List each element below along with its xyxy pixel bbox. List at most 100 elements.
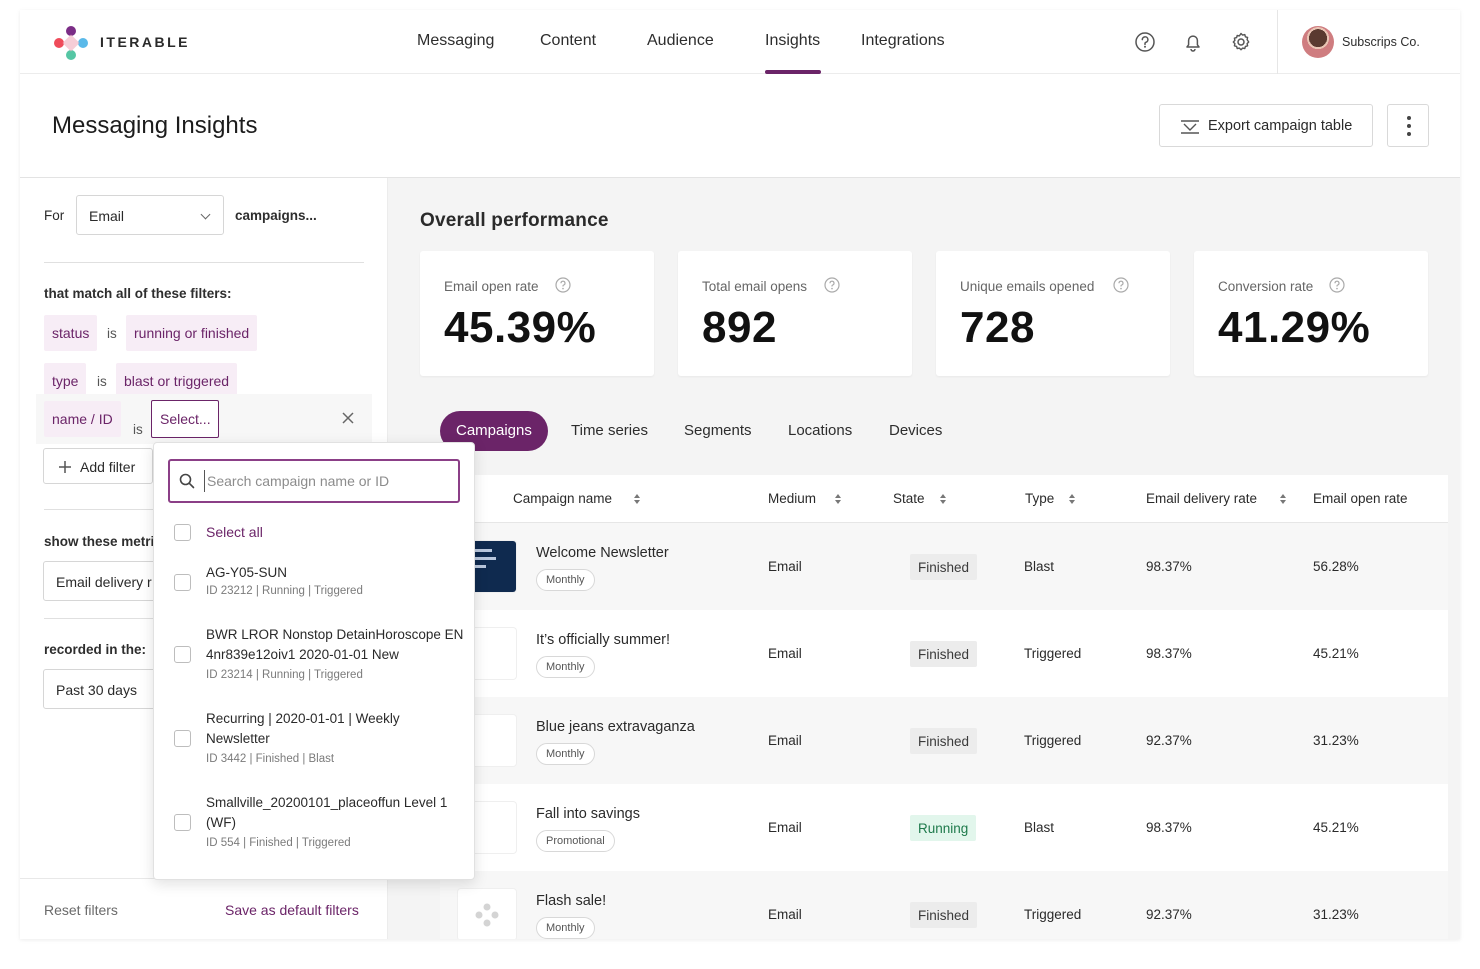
select-all-checkbox[interactable] [174,524,191,541]
company-name[interactable]: Subscrips Co. [1342,35,1420,49]
sort-icon [835,494,841,504]
type-cell: Blast [1024,559,1055,574]
logo-text: ITERABLE [100,34,190,50]
campaign-thumbnail [458,889,516,939]
help-icon[interactable] [1329,277,1345,293]
campaign-option[interactable]: BWR LROR Nonstop DetainHoroscope EN 4nr8… [154,625,474,687]
filter-field-status[interactable]: status [44,315,98,351]
placeholder-logo-icon [475,903,499,927]
delivery-rate-cell: 98.37% [1146,820,1192,835]
campaign-tag: Monthly [536,569,595,591]
help-icon[interactable] [555,277,571,293]
add-filter-button[interactable]: Add filter [43,448,153,484]
option-name: Recurring | 2020-01-01 | Weekly Newslett… [206,711,400,746]
option-meta: ID 3442 | Finished | Blast [206,753,335,765]
medium-cell: Email [768,733,802,748]
nav-integrations[interactable]: Integrations [861,32,945,50]
reset-filters-link[interactable]: Reset filters [44,902,118,918]
tab-segments[interactable]: Segments [684,411,752,451]
bell-icon[interactable] [1182,31,1204,53]
option-checkbox[interactable] [174,574,191,591]
campaign-option[interactable]: Smallville_20200101_placeoffun Level 1 (… [154,793,474,855]
column-header-type[interactable]: Type [1025,491,1075,506]
for-label: For [44,208,65,223]
open-rate-cell: 31.23% [1313,907,1359,922]
campaign-search-input[interactable] [204,470,449,492]
column-header-state[interactable]: State [893,491,946,506]
campaign-name[interactable]: Flash sale! [536,893,606,909]
section-title: Overall performance [420,210,609,231]
help-icon[interactable] [824,277,840,293]
nav-messaging[interactable]: Messaging [417,32,494,50]
open-rate-cell: 56.28% [1313,559,1359,574]
table-row[interactable]: Flash sale! Monthly Email Finished Trigg… [440,871,1448,939]
option-name: BWR LROR Nonstop DetainHoroscope EN 4nr8… [206,627,464,662]
campaign-name[interactable]: Blue jeans extravaganza [536,719,695,735]
campaign-select-dropdown: Select all AG-Y05-SUN ID 23212 | Running… [153,442,475,880]
medium-select-value: Email [89,208,125,224]
plus-icon [59,461,71,473]
tab-time-series[interactable]: Time series [571,411,648,451]
table-row[interactable]: Blue jeans extravaganza Monthly Email Fi… [440,697,1448,784]
column-label: Medium [768,491,817,506]
filter-operator: is [107,326,117,341]
table-row[interactable]: It’s officially summer! Monthly Email Fi… [440,610,1448,697]
option-checkbox[interactable] [174,646,191,663]
column-header-open-rate[interactable]: Email open rate [1313,491,1408,506]
save-default-filters-link[interactable]: Save as default filters [225,902,359,918]
tab-devices[interactable]: Devices [889,411,942,451]
campaign-option[interactable]: AG-Y05-SUN ID 23212 | Running | Triggere… [154,563,474,603]
status-badge: Running [910,815,977,841]
column-header-delivery-rate[interactable]: Email delivery rate [1146,491,1286,506]
nav-content[interactable]: Content [540,32,596,50]
sort-icon [1280,494,1286,504]
close-icon[interactable] [340,410,356,426]
metric-label: Total email opens [702,279,808,294]
iterable-logo[interactable] [52,24,90,62]
option-checkbox[interactable] [174,814,191,831]
nav-audience[interactable]: Audience [647,32,714,50]
campaigns-table: Campaign name Medium State Type Email de… [440,475,1448,939]
gear-icon[interactable] [1230,31,1252,53]
column-header-campaign-name[interactable]: Campaign name [513,491,640,506]
campaign-option[interactable]: Recurring | 2020-01-01 | Weekly Newslett… [154,709,474,771]
name-id-select[interactable]: Select... [151,400,219,438]
filter-panel-footer: Reset filters Save as default filters [20,878,388,939]
export-campaign-table-button[interactable]: Export campaign table [1159,104,1373,147]
medium-cell: Email [768,820,802,835]
filter-operator: is [133,422,143,437]
type-cell: Triggered [1024,646,1082,661]
option-name: Smallville_20200101_placeoffun Level 1 (… [206,795,448,830]
filter-value-status[interactable]: running or finished [126,315,258,351]
delivery-rate-cell: 98.37% [1146,559,1192,574]
campaign-name[interactable]: It’s officially summer! [536,632,670,648]
table-row[interactable]: Welcome Newsletter Monthly Email Finishe… [440,523,1448,610]
sort-icon [634,494,640,504]
open-rate-cell: 45.21% [1313,646,1359,661]
metric-card-conversion-rate: Conversion rate 41.29% [1194,251,1428,376]
select-all-label[interactable]: Select all [206,524,263,540]
add-filter-label: Add filter [80,459,136,475]
help-icon[interactable] [1134,31,1156,53]
campaign-search-field[interactable] [168,459,460,503]
filter-field-name-id[interactable]: name / ID [44,401,121,437]
delivery-rate-cell: 98.37% [1146,646,1192,661]
match-filters-label: that match all of these filters: [44,286,232,301]
table-row[interactable]: Fall into savings Promotional Email Runn… [440,784,1448,871]
column-label: Type [1025,491,1055,506]
option-checkbox[interactable] [174,730,191,747]
metric-value: 892 [702,303,777,352]
medium-select[interactable]: Email [76,195,224,235]
nav-insights[interactable]: Insights [765,32,820,50]
help-icon[interactable] [1113,277,1129,293]
campaigns-suffix: campaigns... [235,208,317,223]
campaign-name[interactable]: Fall into savings [536,806,640,822]
campaign-name[interactable]: Welcome Newsletter [536,545,669,561]
column-header-medium[interactable]: Medium [768,491,841,506]
metric-card-unique-opens: Unique emails opened 728 [936,251,1170,376]
user-avatar[interactable] [1302,26,1334,58]
more-options-button[interactable] [1387,104,1429,147]
kebab-icon [1407,116,1411,120]
status-badge: Finished [910,902,978,928]
tab-locations[interactable]: Locations [788,411,852,451]
